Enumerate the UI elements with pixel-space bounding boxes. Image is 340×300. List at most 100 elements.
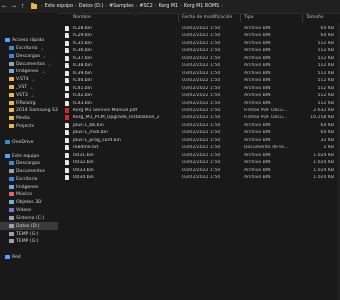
file-type: Archivo BIN — [244, 70, 271, 76]
column-header-date[interactable]: Fecha de modificación — [182, 15, 232, 20]
sidebar-item[interactable]: _VST ⊥ — [0, 83, 58, 91]
breadcrumb-item[interactable]: #SC2 — [139, 4, 152, 9]
sidebar-item[interactable]: Projects — [0, 122, 58, 130]
sidebar-item[interactable]: Red — [0, 253, 58, 261]
up-arrow-icon[interactable]: ↑ — [18, 1, 27, 12]
column-header-size[interactable]: Tamaño — [306, 15, 324, 20]
breadcrumb-item[interactable]: Este equipo — [45, 4, 73, 9]
column-divider[interactable] — [302, 14, 303, 22]
file-date: 03/02/2022 1:50 — [182, 160, 221, 166]
sidebar-item[interactable]: 2014 Samsung S3 — [0, 106, 58, 114]
file-name: IC35.bin — [73, 40, 92, 46]
sidebar-item[interactable]: Escritorio — [0, 175, 58, 183]
file-row[interactable]: IC36.bin 03/02/2022 1:50 Archivo BIN 512 KB — [58, 47, 340, 54]
sidebar-item[interactable]: Música — [0, 190, 58, 198]
file-name: U034.bin — [73, 175, 94, 180]
sidebar-item[interactable]: Vídeos — [0, 206, 58, 214]
file-row[interactable]: IC39.bin 03/02/2022 1:50 Archivo BIN 512 KB — [58, 70, 340, 77]
file-icon — [65, 70, 69, 76]
breadcrumb-separator-icon[interactable]: › — [221, 4, 223, 9]
file-row[interactable]: IC43.bin 03/02/2022 1:50 Archivo BIN 512 KB — [58, 100, 340, 107]
breadcrumb-separator-icon[interactable]: › — [41, 4, 43, 9]
sidebar-item[interactable]: Datos (D:) — [0, 222, 58, 230]
file-type: Archivo BIN — [244, 152, 271, 158]
back-arrow-icon[interactable]: ← — [0, 1, 9, 12]
column-divider[interactable] — [240, 14, 241, 22]
file-row[interactable]: IC29.bin 03/02/2022 1:50 Archivo BIN 64 KB — [58, 32, 340, 39]
file-size: 512 KB — [317, 48, 334, 54]
pin-icon: ⊥ — [40, 45, 45, 51]
file-date: 03/02/2022 1:50 — [182, 152, 221, 158]
file-date: 03/02/2022 1:50 — [182, 93, 221, 99]
file-type: Archivo BIN — [244, 175, 271, 180]
file-row[interactable]: IC40.bin 03/02/2022 1:50 Archivo BIN 512 KB — [58, 77, 340, 84]
column-header-type[interactable]: Tipo — [244, 15, 253, 20]
breadcrumb-separator-icon[interactable]: › — [155, 4, 157, 9]
sidebar-item[interactable]: Media — [0, 114, 58, 122]
sidebar-item[interactable]: Escritorio ⊥ — [0, 44, 58, 52]
file-date: 03/02/2022 1:50 — [182, 122, 221, 128]
file-row[interactable]: U033.bin 03/02/2022 1:50 Archivo BIN 1.024 … — [58, 167, 340, 174]
breadcrumb-item[interactable]: #Samples — [109, 4, 134, 9]
address-bar[interactable]: ← → ↑ › Este equipo › Datos (D:) › #Samples › #… — [0, 0, 340, 14]
breadcrumb-separator-icon[interactable]: › — [105, 4, 107, 9]
file-type: Archivo BIN — [244, 55, 271, 61]
sidebar-item[interactable]: Descargas — [0, 159, 58, 167]
sidebar-item-label: Documentos — [16, 168, 46, 174]
file-date: 03/02/2022 1:50 — [182, 137, 221, 143]
sidebar-item[interactable]: Sistema (C:) — [0, 214, 58, 222]
computer-icon — [5, 154, 10, 158]
forward-arrow-icon[interactable]: → — [9, 1, 18, 12]
file-row[interactable]: U031.bin 03/02/2022 1:50 Archivo BIN 1.024 … — [58, 152, 340, 159]
sidebar-item[interactable]: Documentos — [0, 167, 58, 175]
file-row[interactable]: IC28.bin 03/02/2022 1:50 Archivo BIN 64 KB — [58, 25, 340, 32]
file-row[interactable]: plus-1_bb.bin 03/02/2022 1:50 Archivo BIN 6… — [58, 122, 340, 129]
breadcrumb[interactable]: › Este equipo › Datos (D:) › #Samples › #SC2 › Ko… — [31, 1, 225, 12]
breadcrumb-item[interactable]: Korg M1 ROMS — [184, 4, 219, 9]
column-header-name[interactable]: Nombre — [73, 15, 91, 20]
sidebar-item[interactable]: VST3 ⊥ — [0, 91, 58, 99]
file-row[interactable]: U032.bin 03/02/2022 1:50 Archivo BIN 1.024 … — [58, 159, 340, 166]
sidebar-item-label: FiReialrg — [16, 100, 36, 106]
sidebar-item[interactable]: Acceso rápido — [0, 36, 58, 44]
file-row[interactable]: IC42.bin 03/02/2022 1:50 Archivo BIN 512 KB — [58, 92, 340, 99]
file-row[interactable]: U034.bin 03/02/2022 1:50 Archivo BIN 1.024 … — [58, 174, 340, 181]
breadcrumb-separator-icon[interactable]: › — [180, 4, 182, 9]
breadcrumb-item[interactable]: Datos (D:) — [79, 4, 104, 9]
sidebar-item[interactable]: Descargas ⊥ — [0, 52, 58, 60]
column-headers[interactable]: Nombre ˄ Fecha de modificación Tipo Tama… — [58, 13, 340, 23]
sidebar-item-label: Imágenes — [16, 184, 39, 190]
breadcrumb-separator-icon[interactable]: › — [136, 4, 138, 9]
file-type: Firefox PDF Docu... — [244, 107, 288, 113]
file-row[interactable]: Korg_M1_PCM_Upgrade_Installation_2.0_...… — [58, 114, 340, 121]
navigation-pane[interactable]: Acceso rápido Escritorio ⊥ Descargas ⊥ Docume… — [0, 13, 58, 300]
file-icon — [65, 93, 69, 99]
sidebar-item[interactable]: OneDrive — [0, 138, 58, 146]
file-icon — [65, 40, 69, 46]
breadcrumb-separator-icon[interactable]: › — [75, 4, 77, 9]
file-row[interactable]: plus-1_prog_card.bin 03/02/2022 1:50 Archi… — [58, 137, 340, 144]
file-row[interactable]: readme.txt 03/02/2022 1:50 Documento de te… — [58, 144, 340, 151]
file-row[interactable]: IC37.bin 03/02/2022 1:50 Archivo BIN 512 KB — [58, 55, 340, 62]
file-icon — [65, 137, 69, 143]
sidebar-item-label: Acceso rápido — [12, 37, 45, 43]
sidebar-item[interactable]: Objetos 3D — [0, 198, 58, 206]
sidebar-item[interactable]: Imágenes ⊥ — [0, 67, 58, 75]
file-type: Archivo BIN — [244, 26, 271, 31]
file-row[interactable]: plus-1_midi.bin 03/02/2022 1:50 Archivo BI… — [58, 129, 340, 136]
breadcrumb-item[interactable]: Korg M1 — [159, 4, 179, 9]
column-divider[interactable] — [178, 14, 179, 22]
file-row[interactable]: IC41.bin 03/02/2022 1:50 Archivo BIN 512 KB — [58, 85, 340, 92]
folder-icon — [9, 85, 14, 89]
drive-icon — [9, 224, 14, 228]
sidebar-item[interactable]: TEMP (G:) — [0, 237, 58, 245]
file-row[interactable]: IC35.bin 03/02/2022 1:50 Archivo BIN 512 KB — [58, 40, 340, 47]
sidebar-item-label: Descargas — [16, 160, 41, 166]
file-icon — [65, 33, 69, 39]
file-date: 03/02/2022 1:50 — [182, 167, 221, 173]
file-row[interactable]: Korg M1 Service Manual.pdf 03/02/2022 1:5… — [58, 107, 340, 114]
drive-icon — [9, 216, 14, 220]
file-row[interactable]: IC38.bin 03/02/2022 1:50 Archivo BIN 512 KB — [58, 62, 340, 69]
sidebar-item[interactable]: V.ST4 ⊥ — [0, 75, 58, 83]
pictures-icon — [9, 185, 14, 189]
